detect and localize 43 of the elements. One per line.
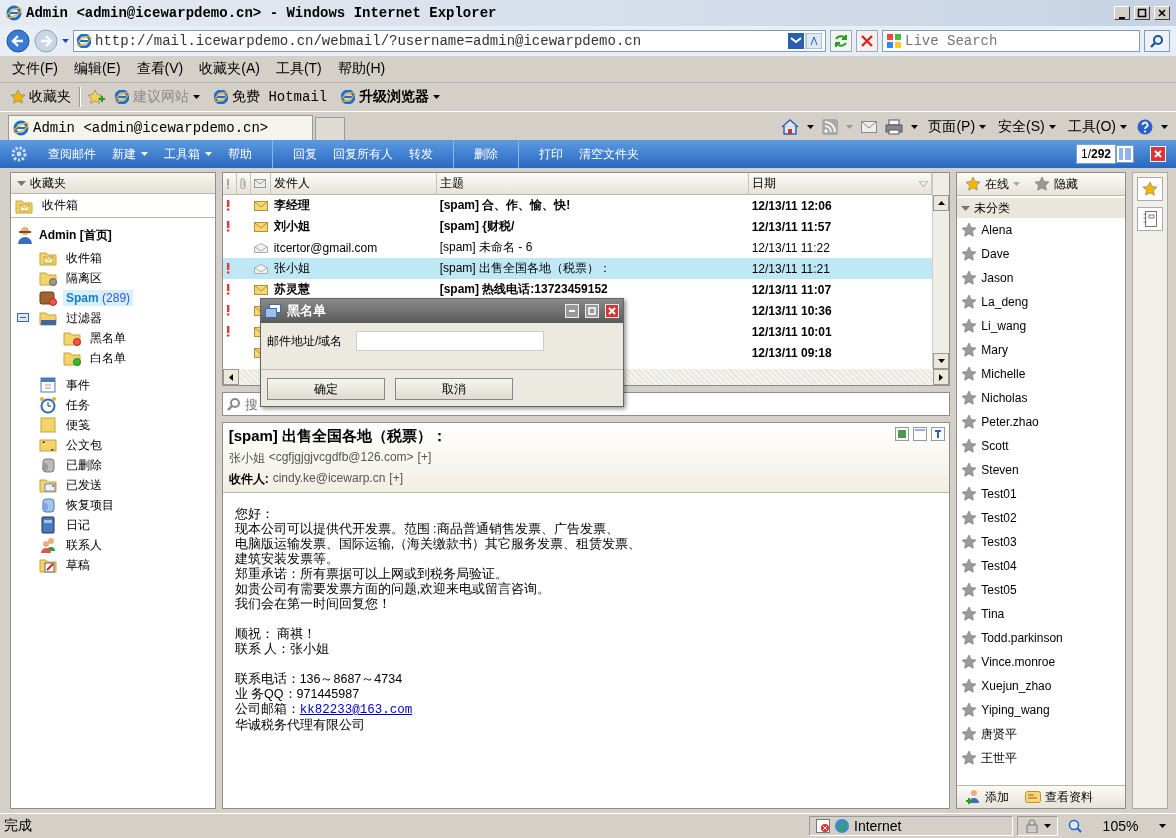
panel-title: 收藏夹 xyxy=(30,174,66,192)
sender: 张小姐 xyxy=(273,260,310,277)
status-text: 完成 xyxy=(4,817,33,835)
body-text: 郑重承诺：所有票据可以上网或到税务局验证。 xyxy=(234,567,509,582)
body-text: 公司邮箱：kk82233@163.com xyxy=(234,702,414,718)
subject: [spam] 出售全国各地（税票）： xyxy=(439,260,611,277)
subject: [spam] 合、作、愉、快! xyxy=(439,197,571,214)
sender: 李经理 xyxy=(273,197,310,214)
body-text: 华诚税务代理有限公司 xyxy=(234,718,366,733)
date: 12/13/11 11:22 xyxy=(751,240,830,255)
sender: itcertor@gmail.com xyxy=(273,240,378,255)
body-text: 如贵公司有需要发票方面的问题,欢迎来电或留言咨询。 xyxy=(234,582,552,597)
date: 12/13/11 10:01 xyxy=(751,324,832,339)
sender-address: <cgfjgjgjvcgdfb@126.com> xyxy=(268,450,414,466)
sender: 刘小姐 xyxy=(273,218,310,235)
field-label: 邮件地址/域名 xyxy=(267,332,343,350)
body-text: 现本公司可以提供代开发票。范围 :商品普通销售发票、广告发票、 xyxy=(234,522,620,537)
recipient-address: cindy.ke@icewarp.cn xyxy=(272,471,386,487)
sender-name: 张小姐 xyxy=(228,450,265,467)
security-zone: Internet xyxy=(809,816,1013,836)
sender: 苏灵慧 xyxy=(273,281,310,298)
subject: [spam] 热线电话:13723459152 xyxy=(439,281,608,298)
subject: [spam] 未命名 - 6 xyxy=(439,239,533,256)
body-text: 我们会在第一时间回复您！ xyxy=(234,597,392,612)
date: 12/13/11 12:06 xyxy=(751,198,832,213)
window-title: Admin <admin@icewarpdemo.cn> - Windows Internet Explorer xyxy=(26,5,498,21)
recipient-label: 收件人: xyxy=(228,471,269,488)
body-text: 电脑版运输发票、国际运输,（海关缴款书）其它服务发票、租赁发票、 xyxy=(234,537,643,552)
body-text: 业 务QQ：971445987 xyxy=(234,687,361,702)
body-text: 您好： xyxy=(234,507,275,522)
dialog-title: 黑名单 xyxy=(287,302,327,320)
body-text: 联系电话：136～8687～4734 xyxy=(234,672,404,687)
date: 12/13/11 09:18 xyxy=(751,345,832,360)
body-text: 联系 人：张小姐 xyxy=(234,642,331,657)
subject: [spam] {财税/ xyxy=(439,218,515,235)
date: 12/13/11 10:36 xyxy=(751,303,832,318)
body-text: 顺祝： 商祺！ xyxy=(234,627,318,642)
body-text: 建筑安装发票等。 xyxy=(234,552,340,567)
date: 12/13/11 11:21 xyxy=(751,261,830,276)
page-counter: 1/292 xyxy=(1075,144,1116,164)
date: 12/13/11 11:07 xyxy=(751,282,832,297)
message-subject: [spam] 出售全国各地（税票）： xyxy=(228,427,447,446)
date: 12/13/11 11:57 xyxy=(751,219,832,234)
